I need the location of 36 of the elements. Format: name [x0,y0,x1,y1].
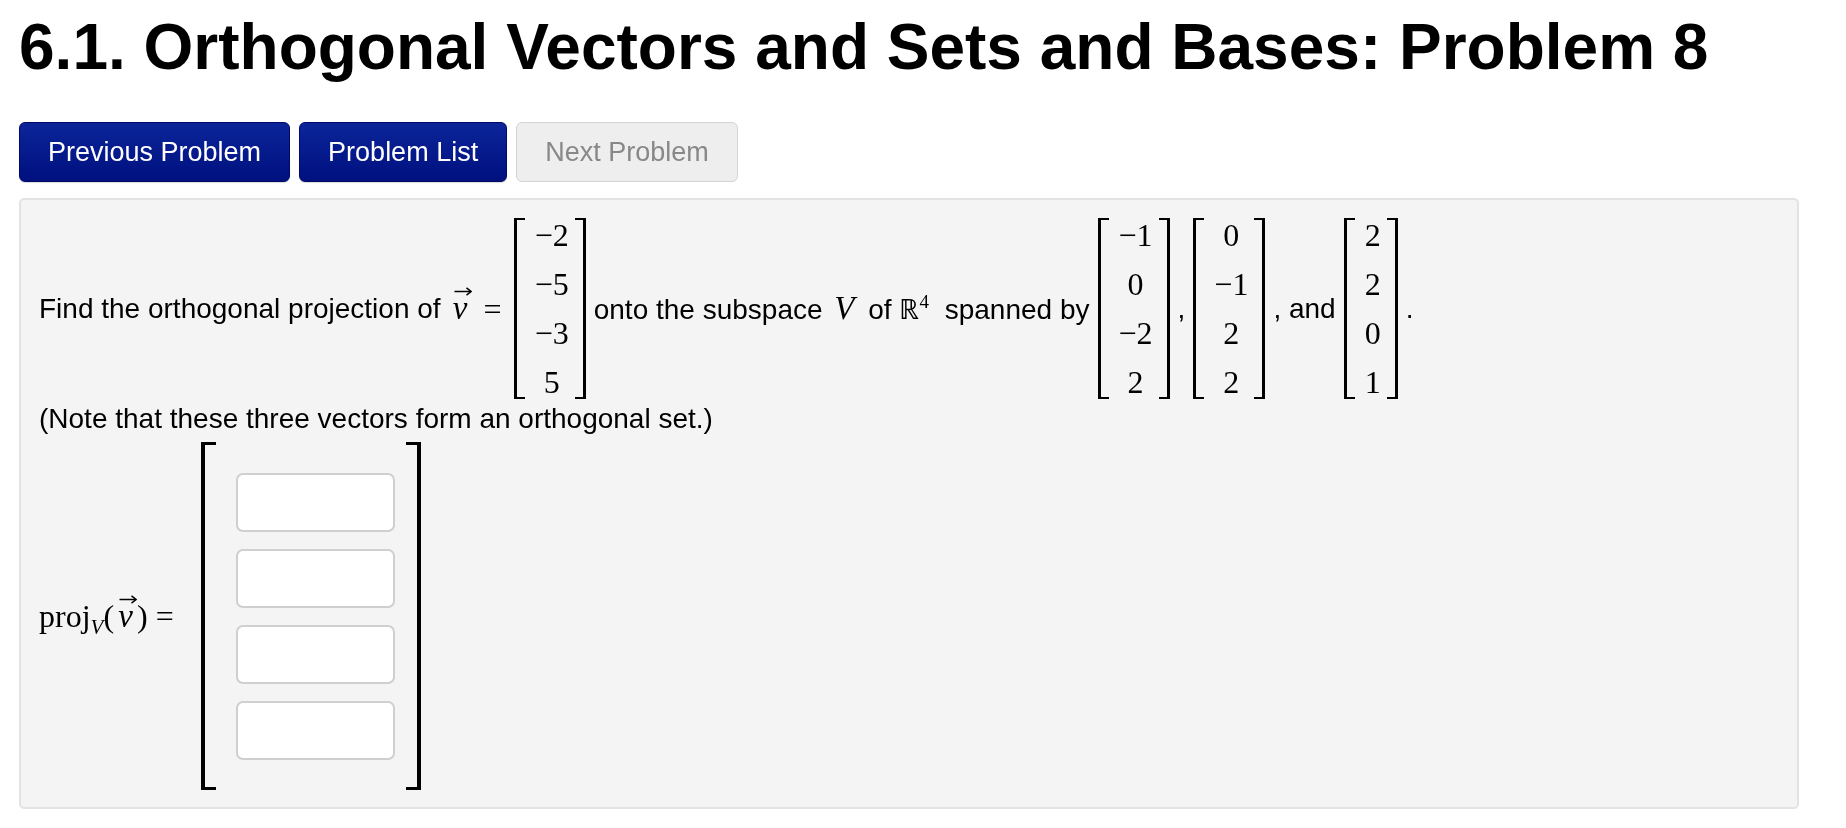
math-variable: v [117,603,134,628]
problem-text: onto the subspace V of ℝ$^{4}$ spanned by [593,291,1090,326]
vector-entry: −2 [1118,316,1153,350]
problem-text: , [1177,292,1186,325]
answer-field[interactable] [235,549,395,608]
vector-entry: 0 [1127,267,1144,301]
vector-entry: −1 [1214,267,1249,301]
vector-entry: −3 [534,316,569,350]
vector-entry: 1 [1364,365,1381,399]
vector-entry: 0 [1223,218,1240,252]
math-expression: proj$_{V}$( [39,598,115,634]
math-variable: v [451,296,469,320]
problem-text: Find the orthogonal projection of [39,292,441,325]
vector-entry: −2 [534,218,569,252]
vector-entry: −5 [534,267,569,301]
vector-entry: 2 [1223,365,1240,399]
nav-button[interactable]: Problem List [299,122,508,182]
vector-entry: −1 [1118,218,1153,252]
problem-text: , and [1273,292,1336,325]
nav-button[interactable]: Previous Problem [19,122,291,182]
answer-field[interactable] [235,473,395,532]
problem-text: . [1405,292,1414,325]
page-title: 6.1. Orthogonal Vectors and Sets and Bases: Problem 8 [19,12,1710,82]
arrow-icon [453,287,472,296]
answer-field[interactable] [235,701,395,760]
vector-entry: 0 [1364,316,1381,350]
vector-entry: 5 [543,365,560,399]
vector-entry: 2 [1127,365,1144,399]
vector-entry: 2 [1223,316,1240,350]
note-text: (Note that these three vectors form an orthogonal set.) [39,403,714,435]
vector-entry: 2 [1364,267,1381,301]
math-expression: = [483,290,502,327]
answer-field[interactable] [235,625,395,684]
arrow-icon [119,594,138,604]
math-expression: ) = [137,598,174,634]
vector-entry: 2 [1364,218,1381,252]
